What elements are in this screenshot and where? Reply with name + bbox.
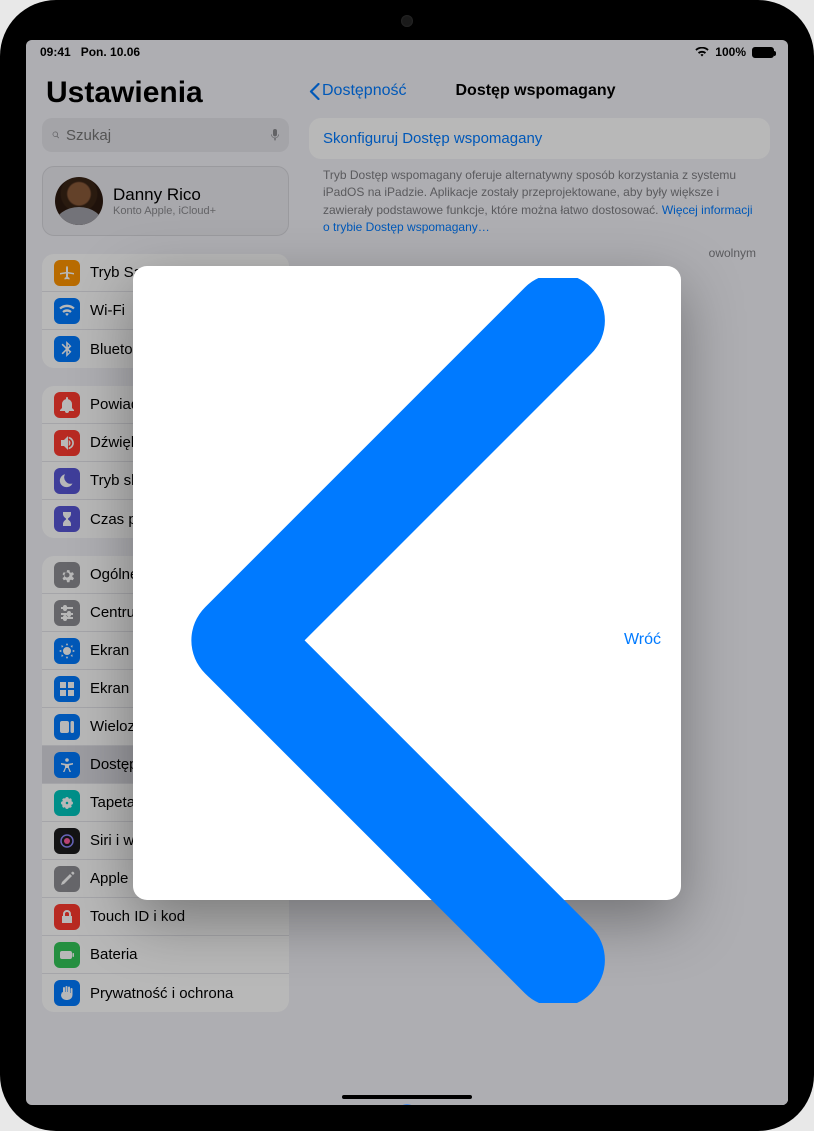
chevron-left-icon <box>153 278 622 1003</box>
modal-back-button[interactable]: Wróć <box>153 278 661 1003</box>
modal-back-label: Wróć <box>624 631 661 649</box>
home-indicator[interactable] <box>342 1095 472 1099</box>
passcode-modal: Wróć Ustaw kod trybu Dostęp wspomagany T… <box>133 266 681 900</box>
front-camera <box>401 15 413 27</box>
lock-icon <box>386 1103 428 1105</box>
